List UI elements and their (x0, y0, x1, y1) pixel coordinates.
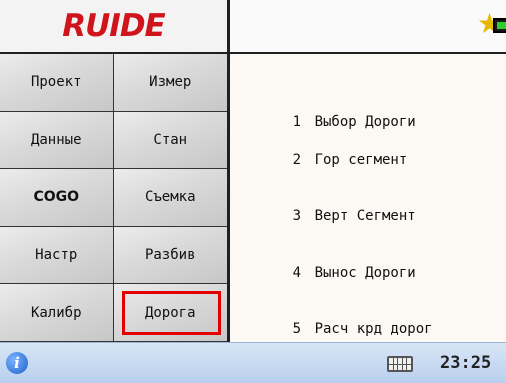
menu-road-button[interactable]: Дорога (113, 284, 227, 342)
taskbar: i 23:25 (0, 342, 506, 383)
menu-cogo-button[interactable]: COGO (0, 169, 114, 227)
menu-calibration-button[interactable]: Калибр (0, 284, 114, 342)
info-icon[interactable]: i (6, 352, 28, 374)
menu-project-button[interactable]: Проект (0, 54, 114, 112)
item-label: Вынос Дороги (314, 265, 416, 281)
road-vertical-segment-item[interactable]: 3 Верт Сегмент (242, 192, 416, 224)
item-label: Расч крд дорог (314, 321, 433, 337)
item-number: 5 (292, 321, 302, 337)
menu-grid: Проект Измер Данные Стан COGO Съемка Нас… (0, 54, 227, 342)
menu-station-label: Стан (153, 131, 188, 148)
keyboard-icon[interactable] (387, 356, 413, 372)
menu-measure-button[interactable]: Измер (113, 54, 227, 112)
item-label: Выбор Дороги (314, 114, 416, 130)
item-label: Гор сегмент (314, 152, 408, 168)
battery-level-fill (497, 22, 506, 29)
menu-calibration-label: Калибр (30, 304, 82, 321)
menu-data-label: Данные (30, 131, 82, 148)
menu-measure-label: Измер (149, 74, 192, 91)
menu-data-button[interactable]: Данные (0, 111, 114, 170)
road-submenu-list: 1 Выбор Дороги 2 Гор сегмент 3 Верт Сегмент… (230, 54, 506, 342)
road-stakeout-item[interactable]: 4 Вынос Дороги (242, 249, 416, 281)
ruide-logo: RUIDE (62, 7, 165, 44)
logo-bar: RUIDE (0, 0, 227, 54)
item-number: 1 (292, 114, 302, 130)
menu-road-label: Дорога (144, 304, 196, 321)
menu-survey-button[interactable]: Съемка (113, 169, 227, 227)
item-number: 3 (292, 208, 302, 224)
road-horizontal-segment-item[interactable]: 2 Гор сегмент (242, 136, 408, 168)
item-label: Верт Сегмент (314, 208, 416, 224)
menu-settings-button[interactable]: Настр (0, 226, 114, 285)
menu-settings-label: Настр (35, 247, 78, 264)
road-coord-calc-item[interactable]: 5 Расч крд дорог (242, 305, 433, 337)
menu-stakeout-label: Разбив (144, 247, 196, 264)
item-number: 2 (292, 152, 302, 168)
screen: RUIDE Проект Измер Данные Стан COGO Съем… (0, 0, 506, 383)
road-select-item[interactable]: 1 Выбор Дороги (242, 98, 416, 130)
menu-stakeout-button[interactable]: Разбив (113, 226, 227, 285)
status-bar: ★ (230, 0, 506, 54)
menu-cogo-label: COGO (33, 189, 80, 206)
menu-station-button[interactable]: Стан (113, 111, 227, 170)
item-number: 4 (292, 265, 302, 281)
menu-project-label: Проект (30, 74, 82, 91)
main-menu-panel: RUIDE Проект Измер Данные Стан COGO Съем… (0, 0, 230, 342)
menu-survey-label: Съемка (144, 189, 196, 206)
clock-time: 23:25 (440, 353, 492, 373)
battery-icon (493, 18, 506, 33)
